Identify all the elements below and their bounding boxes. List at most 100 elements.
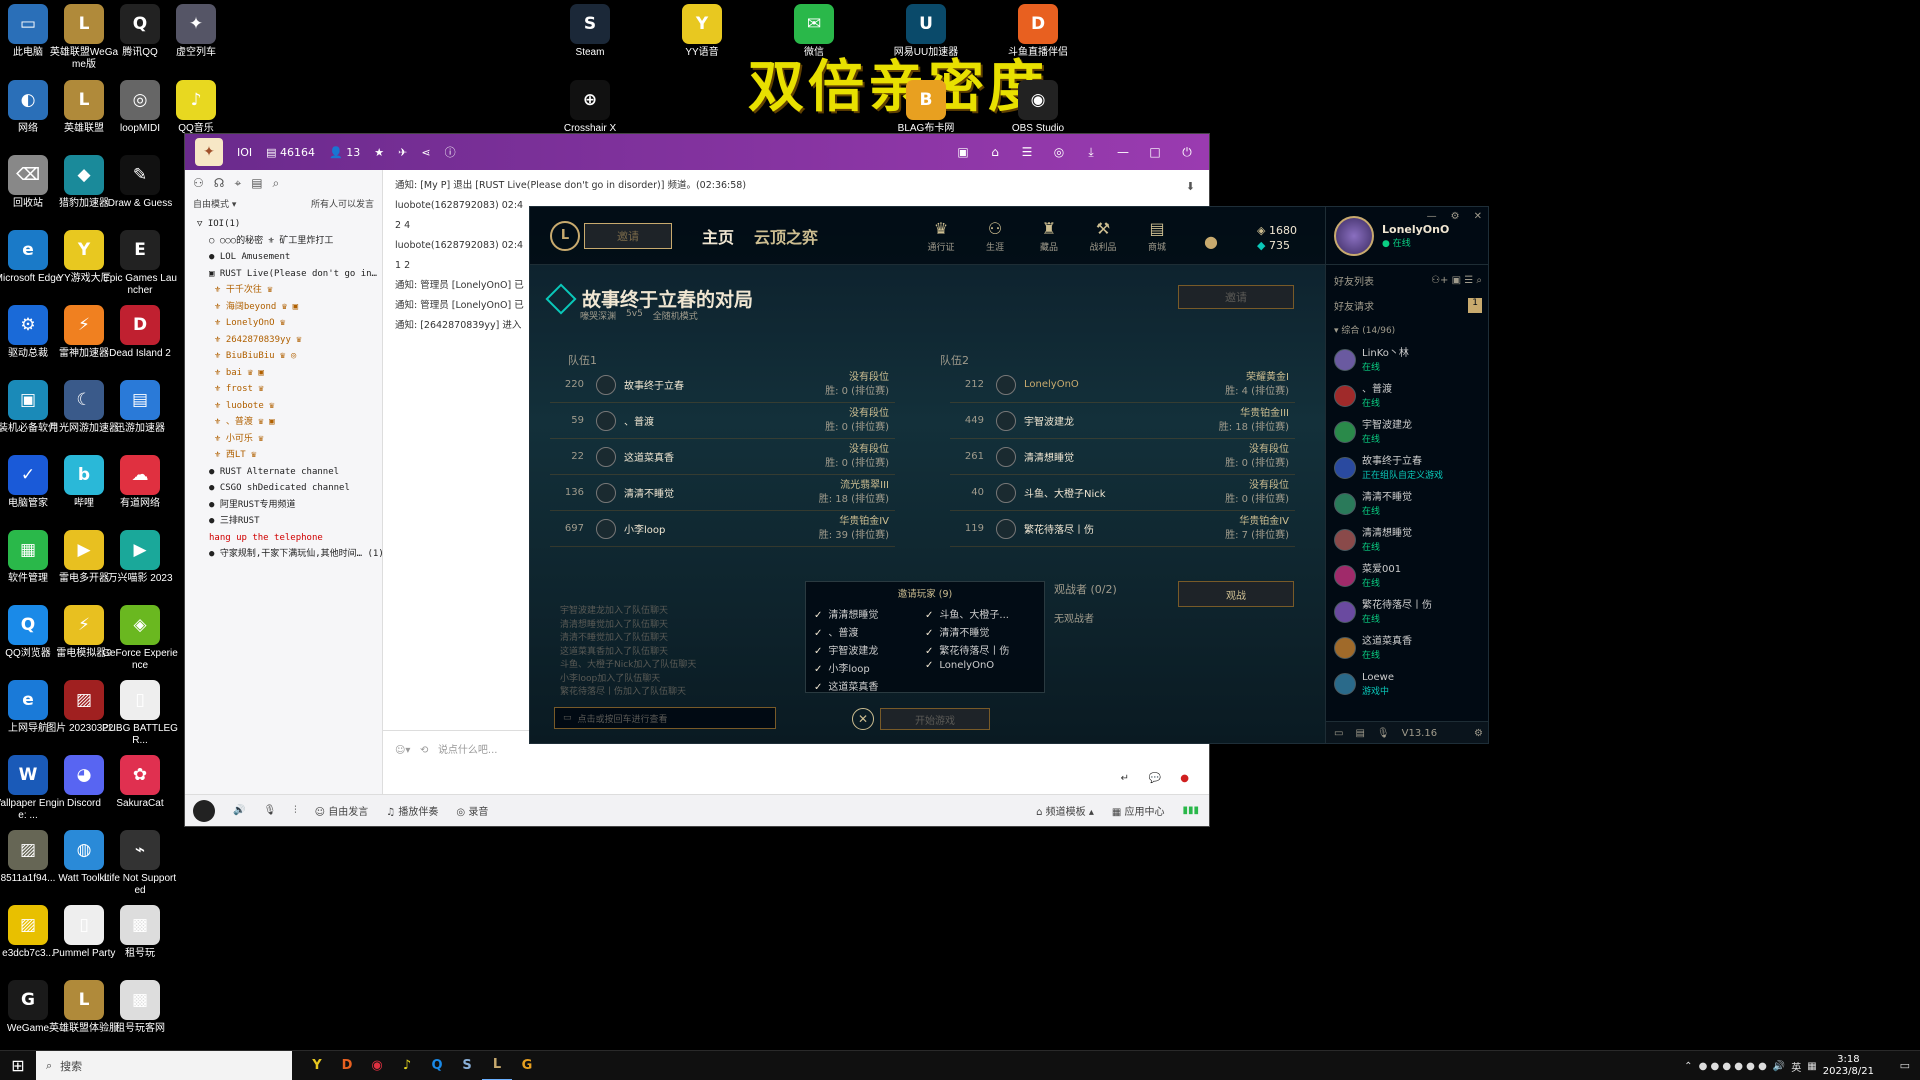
channel-user[interactable]: ⚜ LonelyOnO ♛: [185, 315, 382, 332]
download-icon[interactable]: ⤓: [1083, 145, 1099, 160]
player-row[interactable]: 40 斗鱼、大橙子Nick 没有段位 胜: 0 (排位赛): [950, 475, 1295, 511]
yy-channel-logo[interactable]: ✦: [195, 138, 223, 166]
bubble-icon[interactable]: 💬: [1149, 773, 1161, 784]
player-row[interactable]: 136 清清不睡觉 流光翡翠III 胜: 18 (排位赛): [550, 475, 895, 511]
friend-item[interactable]: 故事终于立春 正在组队自定义游戏: [1326, 450, 1488, 486]
gamepad-icon[interactable]: ◎: [1051, 145, 1067, 160]
free-speak-button[interactable]: ☺ 自由发言: [315, 803, 369, 818]
mic-status-icon[interactable]: ●: [1180, 773, 1189, 784]
friend-item[interactable]: LinKo丶林 在线: [1326, 342, 1488, 378]
channel-item[interactable]: ○ ○○○的秘密 ⚜ 矿工里炸打工: [185, 233, 382, 250]
channel-item[interactable]: ● LOL Amusement: [185, 249, 382, 266]
channel-item[interactable]: ▣ RUST Live(Please don't go in… (1): [185, 266, 382, 283]
channel-item[interactable]: ● 阿里RUST专用频道: [185, 497, 382, 514]
spectate-button[interactable]: 观战: [1178, 581, 1294, 607]
channel-item[interactable]: hang up the telephone: [185, 530, 382, 547]
channel-item[interactable]: ● 三排RUST: [185, 513, 382, 530]
nav-collection[interactable]: ♜ 藏品: [1033, 219, 1065, 253]
player-row[interactable]: 22 这道菜真香 没有段位 胜: 0 (排位赛): [550, 439, 895, 475]
desktop-icon[interactable]: ⌁ Life Not Supported: [102, 830, 178, 897]
start-game-button[interactable]: 开始游戏: [880, 708, 990, 730]
channel-user[interactable]: ⚜ frost ♛: [185, 381, 382, 398]
nav-profile[interactable]: ⚇ 生涯: [979, 219, 1011, 253]
desktop-icon[interactable]: ◈ GeForce Experience: [102, 605, 178, 672]
desktop-icon[interactable]: ▶ 万兴喵影 2023: [102, 530, 178, 585]
tab-tft[interactable]: 云顶之弈: [754, 224, 818, 248]
taskbar-obs[interactable]: ◉: [362, 1051, 392, 1080]
desktop-icon[interactable]: S Steam: [552, 4, 628, 59]
channel-user[interactable]: ⚜ 海阔beyond ♛ ▣: [185, 299, 382, 316]
search-icon[interactable]: ⌕: [1476, 275, 1482, 286]
friend-item[interactable]: 清清不睡觉 在线: [1326, 486, 1488, 522]
player-row[interactable]: 449 宇智波建龙 华贵铂金III 胜: 18 (排位赛): [950, 403, 1295, 439]
desktop-icon[interactable]: ◉ OBS Studio: [1000, 80, 1076, 135]
ime-indicator[interactable]: 英: [1791, 1059, 1801, 1074]
speaker-icon[interactable]: 🔊: [233, 805, 245, 816]
headset-icon[interactable]: ☊: [214, 176, 225, 191]
taskbar-douyu[interactable]: D: [332, 1051, 362, 1080]
close-icon[interactable]: ✕: [1474, 211, 1482, 222]
tray-apps-icon[interactable]: ● ● ● ● ● ●: [1699, 1061, 1767, 1072]
profile-status[interactable]: ● 在线: [1382, 236, 1449, 249]
taskbar-qqmusic[interactable]: ♪: [392, 1051, 422, 1080]
folder-icon[interactable]: ▣: [1452, 275, 1461, 286]
minimize-icon[interactable]: —: [1115, 145, 1131, 160]
mic-icon[interactable]: 🎙: [1377, 728, 1390, 739]
desktop-icon[interactable]: ▩ 租号玩客网: [102, 980, 178, 1035]
avatar[interactable]: [193, 799, 215, 822]
channel-item[interactable]: ● CSGO shDedicated channel: [185, 480, 382, 497]
friend-item[interactable]: 这道菜真香 在线: [1326, 630, 1488, 666]
taskbar-steam[interactable]: S: [452, 1051, 482, 1080]
help-icon[interactable]: ⚙: [1474, 728, 1488, 739]
channel-user[interactable]: ⚜ 小可乐 ♛: [185, 431, 382, 448]
emoji-icon[interactable]: ☺▾: [395, 745, 410, 756]
desktop-icon[interactable]: ✎ Draw & Guess: [102, 155, 178, 210]
info-icon[interactable]: ⓘ: [445, 144, 456, 160]
desktop-icon[interactable]: D Dead Island 2: [102, 305, 178, 360]
friend-item[interactable]: 清清想睡觉 在线: [1326, 522, 1488, 558]
calendar-icon[interactable]: ▦: [1807, 1061, 1816, 1072]
desktop-icon[interactable]: ⊕ Crosshair X: [552, 80, 628, 135]
channel-item[interactable]: ● RUST Alternate channel: [185, 464, 382, 481]
settings-icon[interactable]: ⚙: [1451, 211, 1460, 222]
channel-item[interactable]: ● 守家规制,干家下满玩仙,其他时间… (1): [185, 546, 382, 563]
home-icon[interactable]: ⌂: [987, 145, 1003, 160]
equalizer-icon[interactable]: ⫶: [294, 805, 297, 816]
desktop-icon[interactable]: D 斗鱼直播伴侣: [1000, 4, 1076, 59]
nav-loot[interactable]: ⚒ 战利品: [1087, 219, 1119, 253]
player-row[interactable]: 212 LonelyOnO 荣耀黄金I 胜: 4 (排位赛): [950, 367, 1295, 403]
friend-item[interactable]: 繁花待落尽丨伤 在线: [1326, 594, 1488, 630]
friend-item[interactable]: 、普渡 在线: [1326, 378, 1488, 414]
volume-icon[interactable]: 🔊: [1773, 1061, 1785, 1072]
music-button[interactable]: ♫ 播放伴奏: [386, 803, 438, 818]
app-center-button[interactable]: ▦ 应用中心: [1112, 803, 1165, 818]
desktop-icon[interactable]: ▤ 迅游加速器: [102, 380, 178, 435]
list-icon[interactable]: ☰: [1019, 145, 1035, 160]
nav-pass[interactable]: ♛ 通行证: [925, 219, 957, 253]
star-icon[interactable]: ★: [374, 146, 384, 159]
notification-icon[interactable]: ▭: [1900, 1059, 1910, 1072]
desktop-icon[interactable]: ✿ SakuraCat: [102, 755, 178, 810]
mission-icon[interactable]: ▤: [1355, 728, 1364, 739]
chat-icon[interactable]: ▭: [1334, 728, 1343, 739]
tab-home[interactable]: 主页: [702, 224, 734, 248]
desktop-icon[interactable]: U 网易UU加速器: [888, 4, 964, 59]
desktop-icon[interactable]: ✉ 微信: [776, 4, 852, 59]
channel-user[interactable]: ⚜ bai ♛ ▣: [185, 365, 382, 382]
channel-user[interactable]: ⚜ 2642870839yy ♛: [185, 332, 382, 349]
taskbar-g[interactable]: G: [512, 1051, 542, 1080]
friend-item[interactable]: 宇智波建龙 在线: [1326, 414, 1488, 450]
location-icon[interactable]: ⌖: [234, 176, 241, 191]
channel-user[interactable]: ⚜ luobote ♛: [185, 398, 382, 415]
lobby-chat-input[interactable]: ▭ 点击或按回车进行查看: [554, 707, 776, 729]
desktop-icon[interactable]: ▩ 租号玩: [102, 905, 178, 960]
add-friend-icon[interactable]: ⚇+: [1431, 275, 1448, 286]
channel-user[interactable]: ⚜ 干千次往 ♛: [185, 282, 382, 299]
leave-lobby-button[interactable]: ✕: [852, 708, 874, 730]
desktop-icon[interactable]: ✦ 虚空列车: [158, 4, 234, 59]
channel-user[interactable]: ⚜ BiuBiuBiu ♛ ◎: [185, 348, 382, 365]
friend-group-header[interactable]: ▾ 综合 (14/96): [1326, 321, 1488, 342]
plane-icon[interactable]: ✈: [398, 146, 407, 159]
file-icon[interactable]: ▤: [251, 176, 262, 191]
player-row[interactable]: 220 故事终于立春 没有段位 胜: 0 (排位赛): [550, 367, 895, 403]
